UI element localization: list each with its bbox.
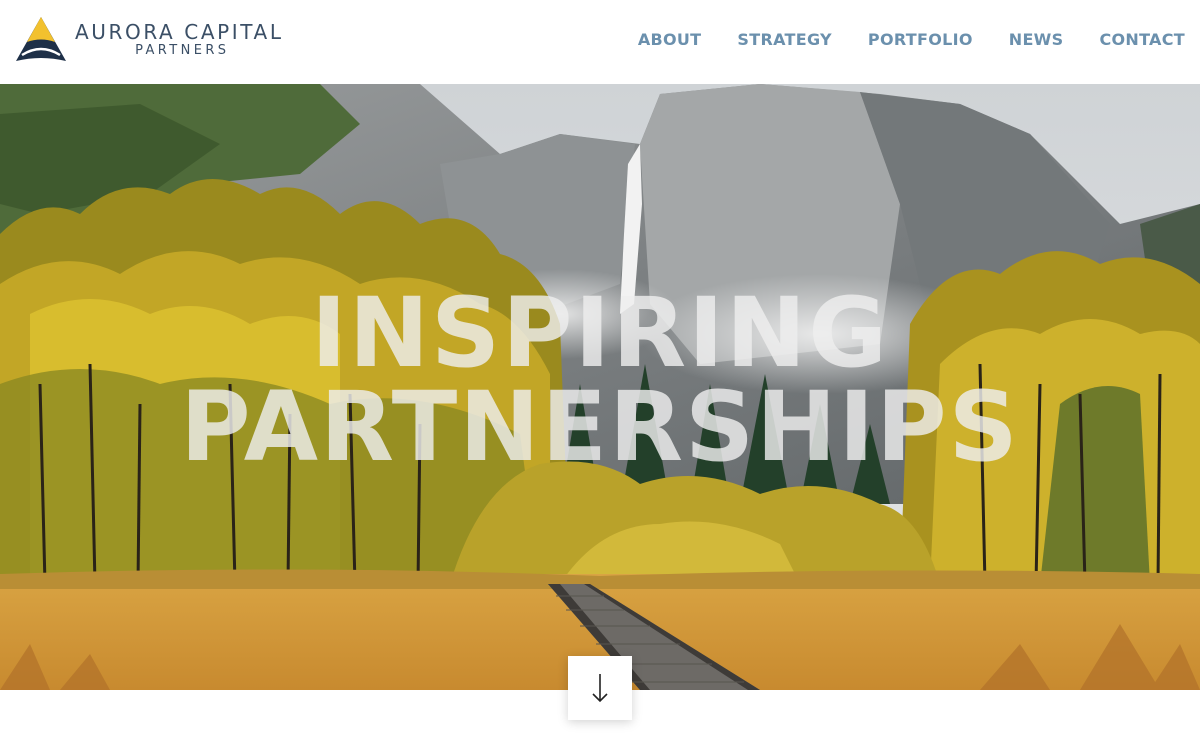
nav-about[interactable]: ABOUT [638,30,702,49]
nav-news[interactable]: NEWS [1009,30,1064,49]
arrow-down-icon [592,674,608,703]
brand-name-line1: AURORA CAPITAL [75,20,284,44]
aurora-logo-icon [16,17,66,61]
brand-logo[interactable]: AURORA CAPITAL PARTNERS [14,15,284,65]
hero-headline-line1: INSPIRING [310,277,890,389]
brand-name: AURORA CAPITAL PARTNERS [75,21,284,59]
nav-strategy[interactable]: STRATEGY [737,30,832,49]
nav-portfolio[interactable]: PORTFOLIO [868,30,973,49]
site-header: AURORA CAPITAL PARTNERS ABOUT STRATEGY P… [0,0,1200,84]
hero-banner: INSPIRING PARTNERSHIPS [0,84,1200,690]
main-nav: ABOUT STRATEGY PORTFOLIO NEWS CONTACT [602,30,1185,49]
nav-contact[interactable]: CONTACT [1099,30,1185,49]
hero-headline-line2: PARTNERSHIPS [180,371,1020,483]
hero-headline: INSPIRING PARTNERSHIPS [0,277,1200,483]
brand-name-line2: PARTNERS [135,43,230,58]
scroll-down-button[interactable] [568,656,632,720]
